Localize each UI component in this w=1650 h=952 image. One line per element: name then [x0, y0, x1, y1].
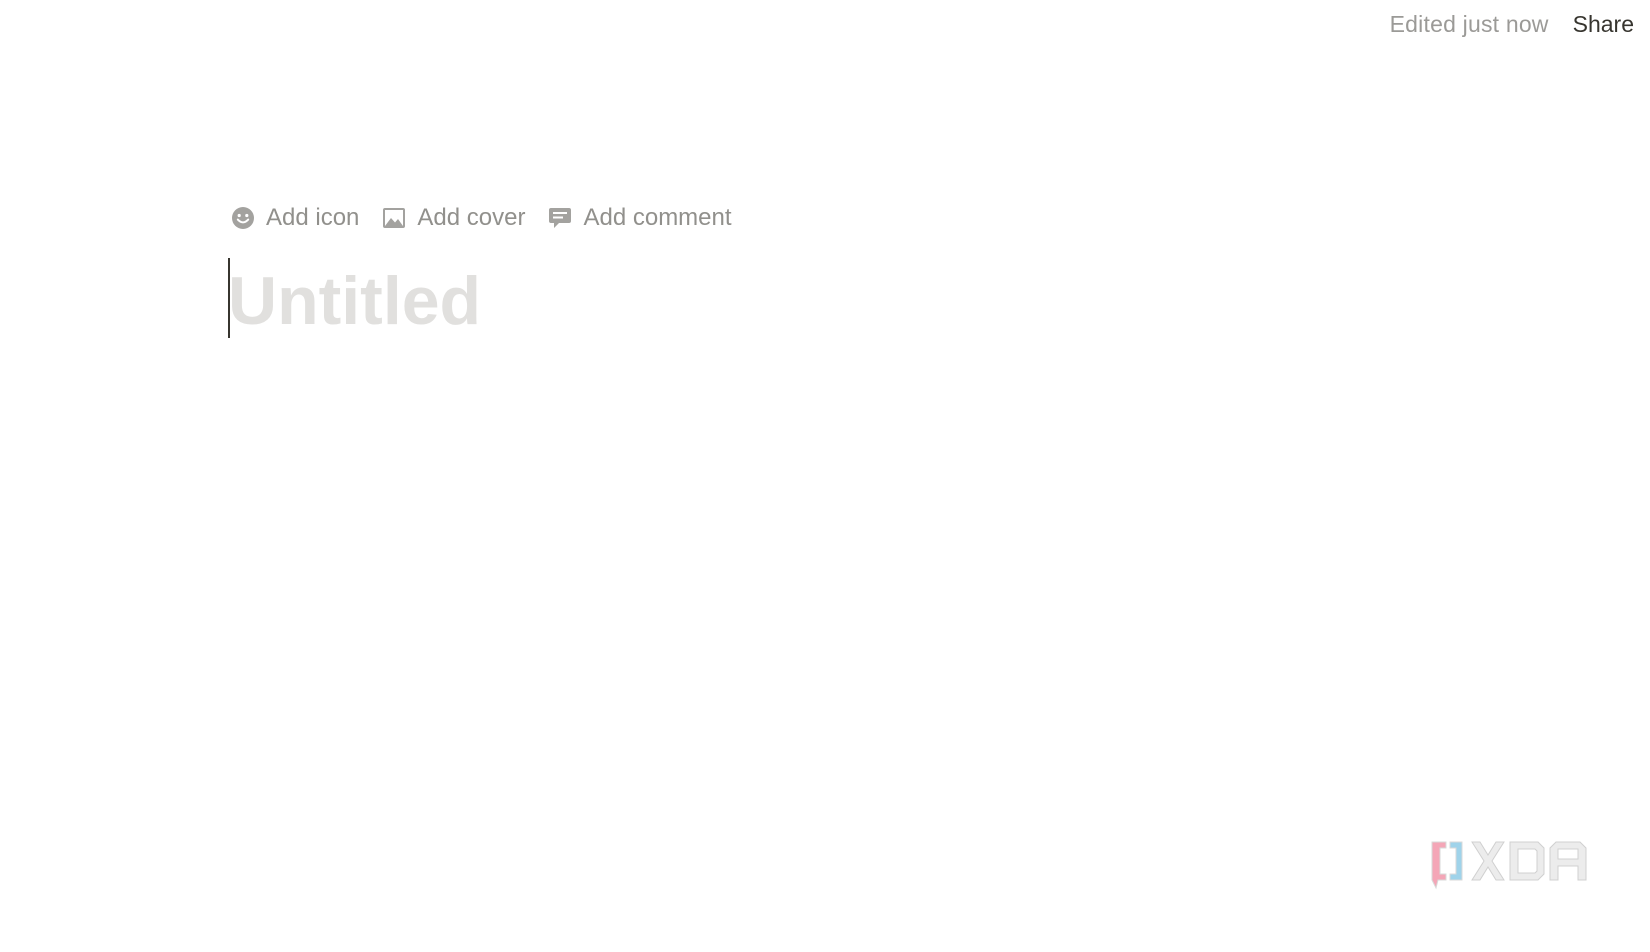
- xda-watermark-logo: [1428, 838, 1588, 894]
- page-topbar: Edited just now Share: [1390, 8, 1634, 40]
- add-comment-button[interactable]: Add comment: [547, 204, 732, 232]
- notion-page: Edited just now Share Add icon Add cover…: [0, 0, 1650, 952]
- add-cover-label: Add cover: [417, 204, 526, 231]
- page-controls: Add icon Add cover Add comment: [230, 204, 732, 232]
- page-title-input[interactable]: [228, 262, 1328, 340]
- share-button[interactable]: Share: [1573, 11, 1634, 38]
- image-icon: [381, 205, 407, 231]
- add-comment-label: Add comment: [583, 204, 732, 231]
- add-icon-button[interactable]: Add icon: [230, 204, 359, 232]
- edited-status: Edited just now: [1389, 10, 1549, 37]
- page-title-area: [228, 258, 1428, 340]
- add-cover-button[interactable]: Add cover: [381, 204, 525, 232]
- comment-bubble-icon: [547, 205, 573, 231]
- smile-face-icon: [230, 205, 256, 231]
- add-icon-label: Add icon: [266, 204, 360, 231]
